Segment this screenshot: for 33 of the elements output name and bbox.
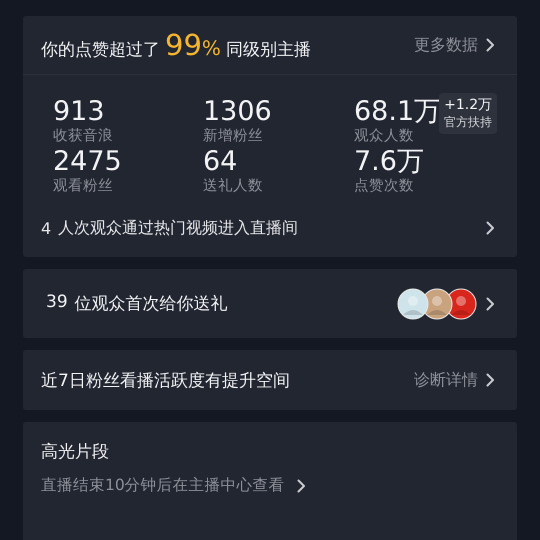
chevron-right-icon (486, 221, 495, 235)
chevron-right-icon (486, 373, 495, 387)
count-text: 4 (41, 218, 52, 238)
stat-value: 64 (203, 147, 238, 177)
stat-value: 7.6万 (354, 147, 424, 177)
section-title: 高光片段 (41, 441, 110, 463)
stat-value: 913 (53, 97, 106, 127)
first-gift-row[interactable]: 39 位观众首次给你送礼 (23, 269, 517, 338)
chevron-right-icon (486, 296, 495, 310)
more-data-link[interactable]: 更多数据 (414, 34, 495, 56)
stat-label: 送礼人数 (203, 177, 263, 196)
stat-label: 观众人数 (354, 127, 415, 146)
hot-video-viewers-link[interactable]: 4 人次观众通过热门视频进入直播间 (41, 218, 298, 238)
count-text: 39 (46, 292, 68, 314)
stat-value: 1306 (203, 97, 272, 127)
percentile-value: 99% (165, 28, 221, 62)
stat-label: 新增粉丝 (203, 127, 264, 146)
chevron-right-icon (486, 38, 495, 52)
title-text: 你的点赞超过了 (41, 39, 160, 61)
stat-label: 收获音浪 (53, 127, 113, 146)
chevron-right-icon (296, 478, 306, 492)
highlights-link[interactable]: 直播结束10分钟后在主播中心查看 (41, 475, 499, 496)
title-text: 同级别主播 (226, 39, 311, 61)
description-text: 位观众首次给你送礼 (74, 293, 228, 315)
avatar (397, 288, 429, 320)
stat-value: 2475 (53, 147, 122, 177)
stat-value: 68.1万 (354, 97, 442, 127)
diagnosis-link[interactable]: 诊断详情 (414, 370, 495, 390)
stat-label: 观看粉丝 (53, 177, 114, 196)
support-badge: +1.2万 官方扶持 (439, 93, 498, 134)
description-text: 人次观众通过热门视频进入直播间 (58, 218, 298, 238)
stat-label: 点赞次数 (354, 177, 415, 196)
fans-activity-text: 近7日粉丝看播活跃度有提升空间 (41, 370, 290, 392)
